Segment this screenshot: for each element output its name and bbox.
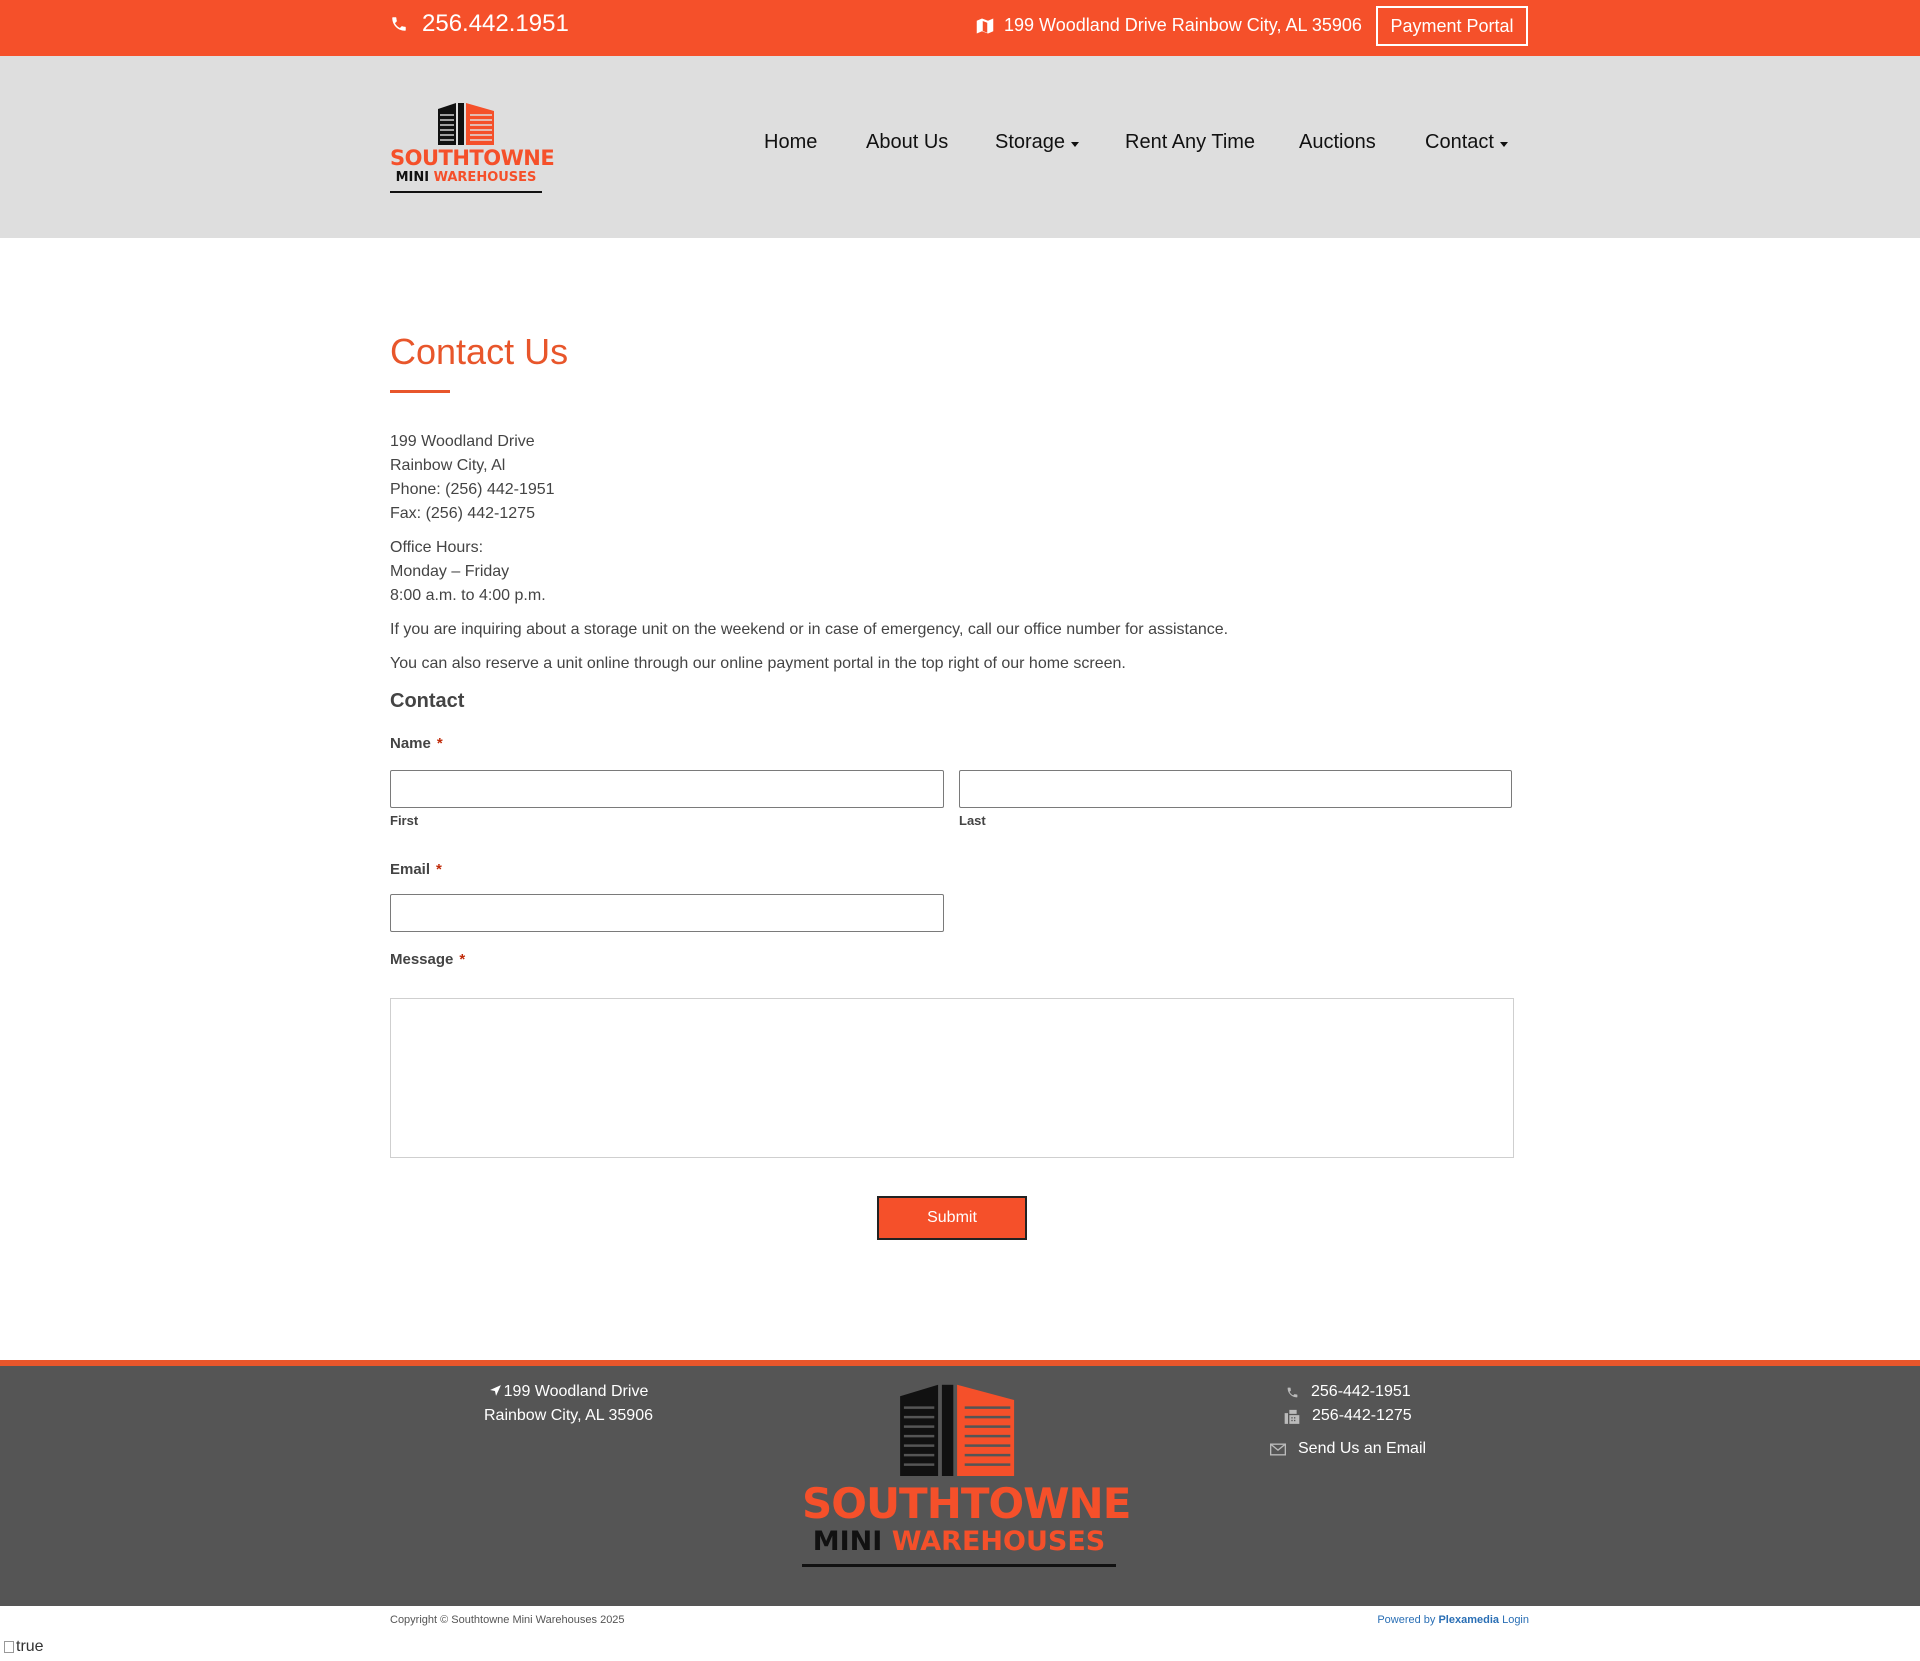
footer-email-link[interactable]: Send Us an Email bbox=[1270, 1437, 1450, 1461]
hours-days: Monday – Friday bbox=[390, 563, 510, 580]
logo-rule bbox=[390, 191, 542, 193]
first-name-input[interactable] bbox=[390, 770, 944, 808]
nav-auctions[interactable]: Auctions bbox=[1299, 131, 1376, 154]
top-phone-text: 256.442.1951 bbox=[422, 10, 569, 37]
building-logo-icon bbox=[900, 1384, 1015, 1476]
message-label-text: Message bbox=[390, 951, 454, 968]
footer-contact: 256-442-1951 256-442-1275 Send Us an Ema… bbox=[1270, 1380, 1450, 1461]
name-label-text: Name bbox=[390, 735, 431, 752]
nav-about-label: About Us bbox=[866, 131, 949, 153]
nav-rent-any-time[interactable]: Rent Any Time bbox=[1125, 131, 1255, 154]
nav-storage-label: Storage bbox=[995, 131, 1066, 153]
top-address-text: 199 Woodland Drive Rainbow City, AL 3590… bbox=[1004, 15, 1362, 35]
footer-email-text: Send Us an Email bbox=[1298, 1440, 1427, 1457]
site-logo[interactable]: SOUTHTOWNE MINI WAREHOUSES bbox=[390, 101, 555, 193]
address-line2: Rainbow City, Al bbox=[390, 457, 506, 474]
powered-prefix: Powered by bbox=[1377, 1614, 1436, 1626]
logo-line2b: WAREHOUSES bbox=[433, 170, 537, 185]
email-label-text: Email bbox=[390, 861, 431, 878]
plexamedia-link[interactable]: Plexamedia bbox=[1438, 1614, 1499, 1626]
fax-icon bbox=[1284, 1409, 1300, 1424]
footer-fax-text: 256-442-1275 bbox=[1312, 1407, 1412, 1424]
form-heading: Contact bbox=[390, 690, 465, 712]
building-logo-icon bbox=[438, 103, 494, 145]
envelope-icon bbox=[1270, 1443, 1286, 1455]
required-mark: * bbox=[436, 735, 443, 752]
map-icon bbox=[976, 18, 994, 33]
logo-line1: SOUTHTOWNE bbox=[390, 146, 555, 170]
site-header: SOUTHTOWNE MINI WAREHOUSES Home About Us… bbox=[0, 56, 1920, 238]
top-bar: 256.442.1951 199 Woodland Drive Rainbow … bbox=[0, 0, 1920, 56]
nav-home-label: Home bbox=[764, 131, 818, 153]
footer-logo[interactable]: SOUTHTOWNE MINI WAREHOUSES bbox=[802, 1381, 1131, 1568]
page-title: Contact Us bbox=[390, 331, 569, 372]
nav-about[interactable]: About Us bbox=[866, 131, 948, 154]
submit-button[interactable]: Submit bbox=[877, 1196, 1027, 1240]
phone-text: Phone: (256) 442-1951 bbox=[390, 481, 555, 498]
login-link[interactable]: Login bbox=[1502, 1614, 1529, 1626]
last-sublabel: Last bbox=[959, 813, 986, 828]
nav-contact-label: Contact bbox=[1425, 131, 1494, 153]
reserve-note: You can also reserve a unit online throu… bbox=[390, 655, 1126, 672]
footer-phone[interactable]: 256-442-1951 bbox=[1286, 1380, 1450, 1404]
nav-home[interactable]: Home bbox=[764, 131, 817, 154]
nav-contact[interactable]: Contact bbox=[1425, 131, 1508, 154]
footer-logo-line2a: MINI bbox=[812, 1526, 883, 1557]
footer-logo-line2: MINI WAREHOUSES bbox=[802, 1526, 1116, 1558]
name-label: Name * bbox=[390, 735, 443, 752]
logo-line2a: MINI bbox=[395, 170, 430, 185]
top-address[interactable]: 199 Woodland Drive Rainbow City, AL 3590… bbox=[976, 15, 1362, 36]
broken-image-alt: true bbox=[16, 1638, 44, 1655]
required-mark: * bbox=[459, 951, 466, 968]
site-footer: 199 Woodland Drive Rainbow City, AL 3590… bbox=[0, 1366, 1920, 1606]
email-input[interactable] bbox=[390, 894, 944, 932]
last-name-input[interactable] bbox=[959, 770, 1512, 808]
caret-down-icon bbox=[1071, 142, 1080, 147]
broken-image-icon bbox=[4, 1641, 14, 1653]
footer-address-line1: 199 Woodland Drive bbox=[503, 1383, 649, 1400]
location-arrow-icon bbox=[489, 1385, 501, 1396]
hours-label: Office Hours: bbox=[390, 539, 484, 556]
address-line1: 199 Woodland Drive bbox=[390, 433, 535, 450]
payment-portal-button[interactable]: Payment Portal bbox=[1376, 6, 1528, 46]
footer-logo-rule bbox=[802, 1564, 1116, 1567]
footer-address-row1: 199 Woodland Drive bbox=[436, 1380, 701, 1404]
title-underline bbox=[390, 390, 450, 393]
phone-icon bbox=[392, 17, 406, 31]
footer-fax: 256-442-1275 bbox=[1284, 1404, 1450, 1428]
footer-address-line2: Rainbow City, AL 35906 bbox=[484, 1407, 653, 1424]
required-mark: * bbox=[436, 861, 442, 878]
top-phone[interactable]: 256.442.1951 bbox=[390, 10, 569, 38]
caret-down-icon bbox=[1499, 142, 1508, 147]
fax-text: Fax: (256) 442-1275 bbox=[390, 505, 535, 522]
powered-by: Powered by Plexamedia Login bbox=[1377, 1614, 1529, 1626]
broken-image: true bbox=[4, 1638, 44, 1656]
footer-logo-line2b: WAREHOUSES bbox=[891, 1526, 1106, 1557]
hours-time: 8:00 a.m. to 4:00 p.m. bbox=[390, 587, 546, 604]
weekend-note: If you are inquiring about a storage uni… bbox=[390, 621, 1229, 638]
first-sublabel: First bbox=[390, 813, 419, 828]
nav-storage[interactable]: Storage bbox=[995, 131, 1080, 154]
logo-line2: MINI WAREHOUSES bbox=[390, 170, 542, 186]
phone-icon bbox=[1287, 1387, 1298, 1397]
nav-auctions-label: Auctions bbox=[1299, 131, 1376, 153]
message-textarea[interactable] bbox=[390, 998, 1514, 1158]
message-label: Message * bbox=[390, 951, 465, 968]
copyright-text: Copyright © Southtowne Mini Warehouses 2… bbox=[390, 1614, 625, 1626]
footer-address[interactable]: 199 Woodland Drive Rainbow City, AL 3590… bbox=[436, 1380, 701, 1428]
email-label: Email * bbox=[390, 861, 442, 878]
nav-rent-label: Rent Any Time bbox=[1125, 131, 1256, 153]
footer-phone-text: 256-442-1951 bbox=[1311, 1383, 1411, 1400]
footer-logo-line1: SOUTHTOWNE bbox=[802, 1479, 1131, 1528]
